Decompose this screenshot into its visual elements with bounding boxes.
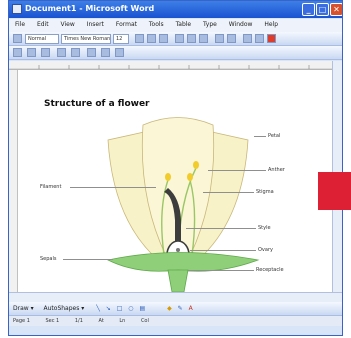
status-section: Sec 1 (45, 318, 60, 324)
label-receptacle: Receptacle (256, 267, 284, 273)
bold-icon[interactable] (135, 34, 144, 43)
font-color-icon[interactable] (267, 34, 276, 43)
align-left-icon[interactable] (175, 34, 184, 43)
fill-color-icon[interactable]: ◆ (167, 305, 172, 312)
horizontal-ruler[interactable] (9, 61, 342, 70)
label-petal: Petal (268, 133, 281, 139)
formatting-toolbar: Normal Times New Roman 12 (9, 32, 342, 46)
minimize-button[interactable]: _ (302, 3, 315, 16)
font-combo[interactable]: Times New Roman (61, 34, 111, 44)
vertical-ruler[interactable] (9, 70, 18, 292)
anther-left (165, 173, 171, 181)
status-bar: Page 1 Sec 1 1/1 At Ln Col (9, 315, 342, 326)
label-style: Style (258, 225, 271, 231)
oval-tool-icon[interactable]: ○ (128, 305, 133, 312)
ovule-top (176, 248, 180, 252)
document-page[interactable]: Structure of a flower Petal Anther Stigm… (18, 70, 333, 292)
print-icon[interactable] (57, 48, 66, 57)
textbox-tool-icon[interactable]: ▤ (139, 305, 145, 312)
window-title: Document1 - Microsoft Word (25, 4, 155, 13)
menu-bar: File Edit View Insert Format Tools Table… (9, 19, 342, 32)
anther-center (193, 161, 199, 169)
cut-icon[interactable] (87, 48, 96, 57)
anther-right (187, 173, 193, 181)
horizontal-scrollbar[interactable] (9, 292, 342, 302)
word-app-icon[interactable] (12, 4, 22, 14)
draw-menu[interactable]: Draw ▾ (13, 305, 34, 312)
text-color-icon[interactable]: A (189, 305, 193, 312)
menu-view[interactable]: View (61, 21, 75, 28)
leader-filament (70, 187, 156, 188)
bullets-icon[interactable] (227, 34, 236, 43)
label-ovary: Ovary (258, 247, 273, 253)
align-right-icon[interactable] (199, 34, 208, 43)
menu-insert[interactable]: Insert (87, 21, 104, 28)
print-preview-icon[interactable] (71, 48, 80, 57)
ruler-ticks (9, 65, 333, 70)
word-window: Document1 - Microsoft Word _ □ ✕ File Ed… (8, 0, 343, 336)
leader-stigma (203, 192, 254, 193)
italic-icon[interactable] (147, 34, 156, 43)
autoshapes-menu[interactable]: AutoShapes ▾ (44, 305, 85, 312)
underline-icon[interactable] (159, 34, 168, 43)
label-stigma: Stigma (256, 189, 274, 195)
menu-type[interactable]: Type (203, 21, 217, 28)
save-icon[interactable] (41, 48, 50, 57)
leader-sepals (63, 259, 113, 260)
line-color-icon[interactable]: ✎ (178, 305, 183, 312)
menu-window[interactable]: Window (229, 21, 253, 28)
red-marker (318, 172, 351, 210)
status-at: At (98, 318, 104, 324)
open-icon[interactable] (27, 48, 36, 57)
style-combo[interactable]: Normal (25, 34, 59, 44)
highlight-icon[interactable] (255, 34, 264, 43)
status-page: Page 1 (13, 318, 30, 324)
numbering-icon[interactable] (215, 34, 224, 43)
copy-icon[interactable] (101, 48, 110, 57)
standard-toolbar (9, 46, 342, 60)
leader-style (186, 228, 256, 229)
menu-table[interactable]: Table (176, 21, 192, 28)
outside-border-icon[interactable] (243, 34, 252, 43)
receptacle (167, 269, 189, 292)
menu-help[interactable]: Help (264, 21, 278, 28)
menu-edit[interactable]: Edit (37, 21, 49, 28)
status-ln: Ln (119, 318, 126, 324)
paste-icon[interactable] (115, 48, 124, 57)
menu-file[interactable]: File (15, 21, 25, 28)
status-col: Col (140, 318, 149, 324)
menu-tools[interactable]: Tools (149, 21, 164, 28)
menu-format[interactable]: Format (116, 21, 137, 28)
leader-anther (208, 170, 266, 171)
leader-receptacle (188, 270, 254, 271)
label-anther: Anther (268, 167, 285, 173)
status-pages: 1/1 (74, 318, 83, 324)
align-center-icon[interactable] (187, 34, 196, 43)
label-sepals: Sepals (40, 256, 57, 262)
arrow-tool-icon[interactable]: ↘ (106, 305, 111, 312)
maximize-button[interactable]: □ (316, 3, 329, 16)
leader-ovary (190, 250, 256, 251)
rectangle-tool-icon[interactable]: □ (117, 305, 123, 312)
new-document-icon[interactable] (13, 48, 22, 57)
sepals (106, 252, 260, 272)
leader-petal (254, 136, 266, 137)
label-filament: Filament (40, 184, 62, 190)
font-size-combo[interactable]: 12 (113, 34, 129, 44)
title-bar[interactable]: Document1 - Microsoft Word _ □ ✕ (9, 1, 342, 18)
drawing-toolbar: Draw ▾ AutoShapes ▾ ╲ ↘ □ ○ ▤ ◆ ✎ A (9, 302, 342, 315)
close-button[interactable]: ✕ (330, 3, 342, 16)
style-icon[interactable] (13, 34, 22, 43)
line-tool-icon[interactable]: ╲ (96, 305, 100, 312)
